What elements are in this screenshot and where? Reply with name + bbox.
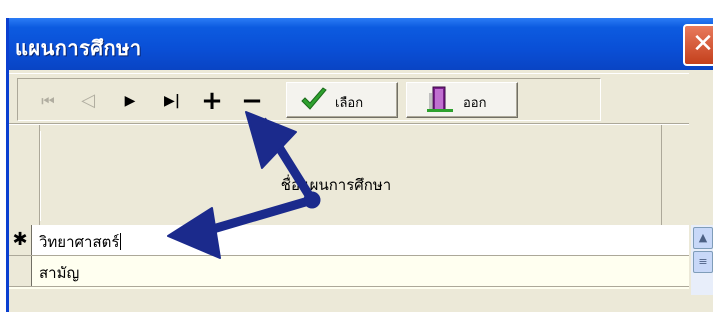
next-record-icon[interactable]: ▶ bbox=[116, 89, 144, 113]
plan-name-cell[interactable]: สามัญ bbox=[39, 261, 79, 285]
exit-label: ออก bbox=[463, 96, 487, 111]
last-record-icon[interactable]: ▶| bbox=[158, 89, 186, 113]
add-record-icon[interactable]: + bbox=[198, 88, 226, 114]
row-selector[interactable] bbox=[9, 256, 32, 286]
close-button[interactable]: ✕ bbox=[683, 24, 713, 66]
select-label: เลือก bbox=[335, 96, 364, 111]
plan-name-cell[interactable]: วิทยาศาสตร์ bbox=[39, 230, 122, 254]
scroll-up-icon[interactable]: ▲ bbox=[693, 227, 713, 249]
column-divider[interactable] bbox=[661, 125, 662, 225]
title-bar[interactable]: แผนการศึกษา ✕ bbox=[9, 18, 713, 70]
window-title: แผนการศึกษา bbox=[15, 38, 142, 60]
column-header-label: ชื่อแผนการศึกษา bbox=[280, 176, 392, 194]
vertical-scrollbar[interactable]: ▲ ≡ bbox=[691, 225, 713, 295]
text-caret bbox=[120, 233, 122, 250]
delete-record-icon[interactable]: − bbox=[238, 88, 266, 114]
select-button[interactable]: เลือก bbox=[286, 82, 398, 118]
toolbar: ⏮ ◁ ▶ ▶| + − เลือก ออก bbox=[9, 73, 689, 124]
exit-button[interactable]: ออก bbox=[406, 82, 518, 118]
new-row-marker-icon: ✱ bbox=[9, 225, 32, 255]
column-header-plan-name[interactable]: ชื่อแผนการศึกษา bbox=[40, 131, 691, 221]
door-exit-icon bbox=[427, 86, 453, 112]
navigator-group: ⏮ ◁ ▶ ▶| + − เลือก ออก bbox=[17, 78, 601, 121]
checkmark-icon bbox=[301, 87, 327, 110]
main-window: แผนการศึกษา ✕ ⏮ ◁ ▶ ▶| + − เลือก ออก ชื่… bbox=[6, 18, 713, 312]
scroll-thumb[interactable]: ≡ bbox=[693, 251, 713, 273]
first-record-icon[interactable]: ⏮ bbox=[34, 89, 62, 113]
table-row[interactable]: ✱ วิทยาศาสตร์ bbox=[9, 225, 689, 256]
table-row[interactable]: สามัญ bbox=[9, 256, 689, 287]
prev-record-icon[interactable]: ◁ bbox=[74, 89, 102, 113]
grid-header: ชื่อแผนการศึกษา bbox=[9, 124, 689, 226]
row-selector-header bbox=[9, 125, 40, 225]
grid-body: ✱ วิทยาศาสตร์ สามัญ bbox=[9, 225, 689, 289]
